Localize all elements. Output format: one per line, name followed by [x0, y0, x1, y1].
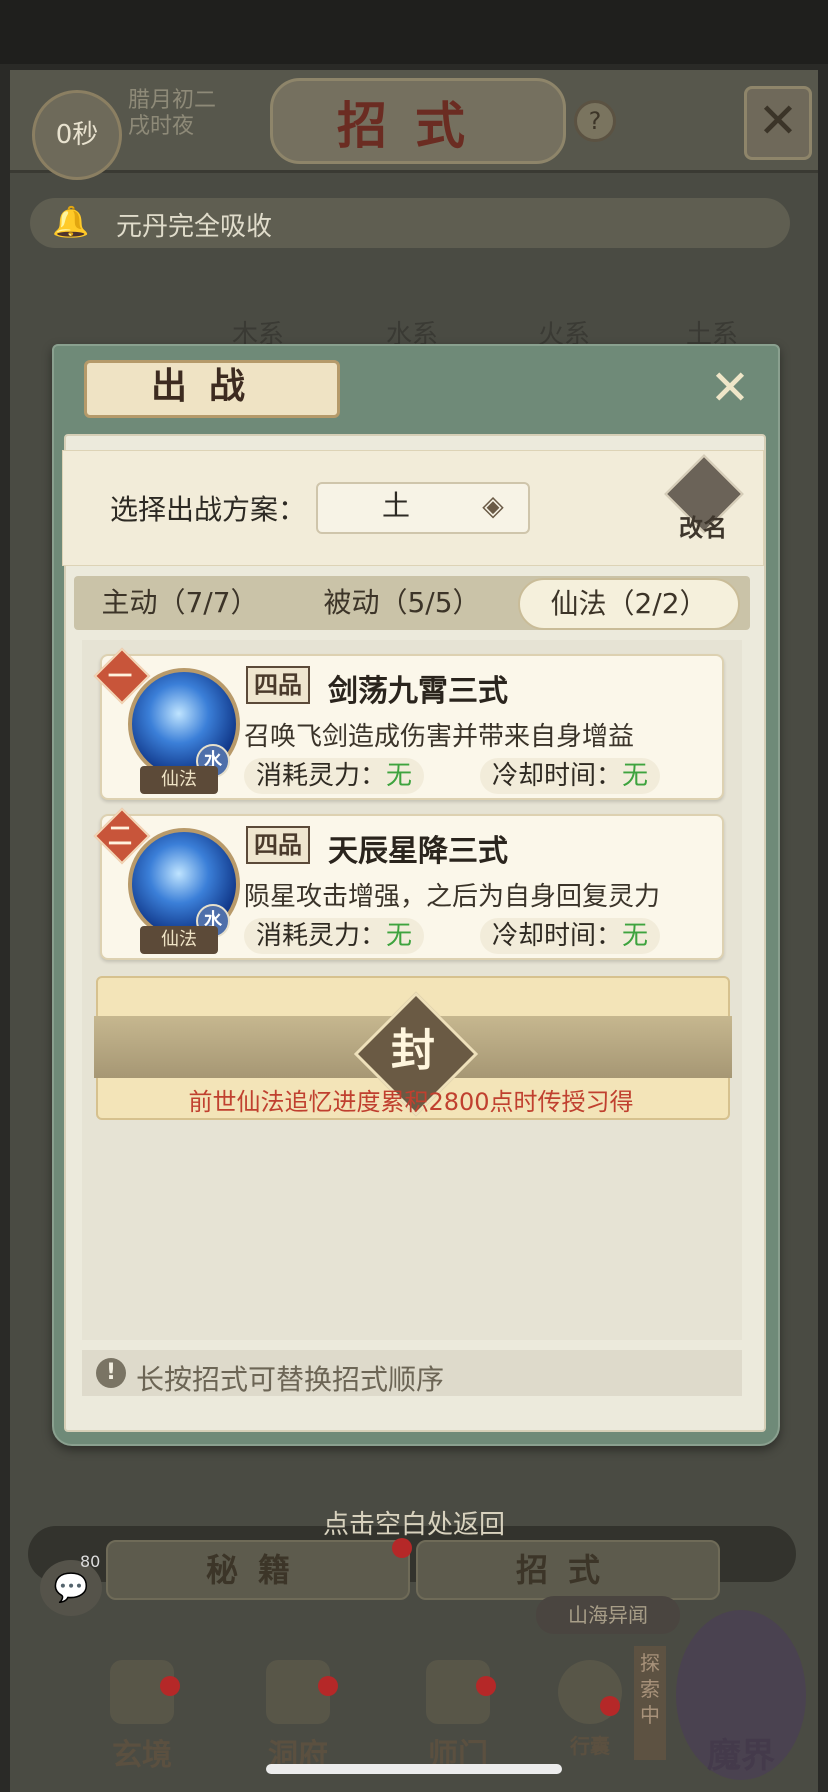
tab-secret-books[interactable]: 秘籍 — [106, 1540, 410, 1600]
mana-cost-label: 消耗灵力： — [256, 761, 387, 791]
page-title: 招式 — [337, 96, 493, 155]
nav-shimen[interactable]: 师门 — [408, 1640, 508, 1780]
nav-label: 行囊 — [570, 1734, 610, 1758]
cooldown-label: 冷却时间： — [492, 761, 623, 791]
cooldown-label: 冷却时间： — [492, 921, 623, 951]
notification-dot — [160, 1676, 180, 1696]
lunar-date: 腊月初二 戌时夜 — [128, 88, 238, 140]
page-close-button[interactable]: ✕ — [744, 86, 812, 160]
chevron-down-icon[interactable]: ◈ — [470, 484, 516, 528]
tap-to-return[interactable]: 点击空白处返回 — [0, 1504, 828, 1541]
notification-dot — [318, 1676, 338, 1696]
help-icon[interactable]: ? — [574, 100, 616, 142]
nav-mojie-label: 魔界 — [707, 1736, 775, 1776]
home-indicator[interactable] — [266, 1764, 562, 1774]
skill-name: 剑荡九霄三式 — [328, 674, 508, 709]
skill-description: 召唤飞剑造成伤害并带来自身增益 — [244, 722, 635, 752]
notification-dot — [600, 1696, 620, 1716]
cooldown: 冷却时间：无 — [480, 918, 661, 954]
notification-dot — [392, 1538, 412, 1558]
sealed-unlock-note: 前世仙法追忆进度累积2800点时传授习得 — [188, 1088, 634, 1116]
hint-text: 长按招式可替换招式顺序 — [136, 1363, 445, 1396]
rank-number: 一 — [108, 661, 132, 690]
tab-immortal-arts[interactable]: 仙法（2/2） — [518, 578, 740, 630]
nav-xingnang[interactable]: 行囊 — [540, 1640, 640, 1780]
notification-dot — [476, 1676, 496, 1696]
close-icon[interactable]: ✕ — [702, 360, 758, 416]
exclamation-icon: ! — [96, 1358, 126, 1388]
mana-cost-value: 无 — [386, 761, 413, 791]
skill-type-tag: 仙法 — [140, 766, 218, 794]
mana-cost-value: 无 — [386, 921, 413, 951]
chat-badge: 80 — [80, 1552, 101, 1571]
timer-badge: 0秒 — [32, 90, 122, 180]
tab-active-skills[interactable]: 主动（7/7） — [90, 576, 270, 630]
grade-badge: 四品 — [246, 826, 310, 864]
lunar-date-line2: 戌时夜 — [128, 114, 195, 139]
tab-passive-skills[interactable]: 被动（5/5） — [312, 576, 492, 630]
plan-select-value: 土 — [381, 489, 410, 522]
modal-title: 出战 — [150, 365, 267, 407]
plan-label: 选择出战方案： — [110, 493, 307, 526]
tab-moves[interactable]: 招式 — [416, 1540, 720, 1600]
mana-cost: 消耗灵力：无 — [244, 758, 425, 794]
cooldown: 冷却时间：无 — [480, 758, 661, 794]
skill-type-tag: 仙法 — [140, 926, 218, 954]
skill-name: 天辰星降三式 — [328, 834, 508, 869]
lunar-date-line1: 腊月初二 — [128, 88, 217, 113]
seal-character: 封 — [391, 1025, 435, 1076]
skill-description: 陨星攻击增强，之后为自身回复灵力 — [244, 882, 661, 912]
mana-cost: 消耗灵力：无 — [244, 918, 425, 954]
nav-xuanjing[interactable]: 玄境 — [92, 1640, 192, 1780]
mana-cost-label: 消耗灵力： — [256, 921, 387, 951]
nav-label: 玄境 — [112, 1738, 172, 1773]
status-bar-area — [0, 0, 828, 64]
grade-badge: 四品 — [246, 666, 310, 704]
rename-button[interactable]: 改名 — [664, 508, 742, 543]
cooldown-value: 无 — [622, 921, 649, 951]
nav-dongfu[interactable]: 洞府 — [248, 1640, 348, 1780]
explore-tag: 探索中 — [634, 1646, 666, 1760]
absorb-text: 元丹完全吸收 — [116, 212, 273, 242]
shanhai-button[interactable]: 山海异闻 — [536, 1596, 680, 1634]
cooldown-value: 无 — [622, 761, 649, 791]
bell-icon: 🔔 — [52, 205, 90, 240]
rank-number: 二 — [108, 821, 132, 850]
